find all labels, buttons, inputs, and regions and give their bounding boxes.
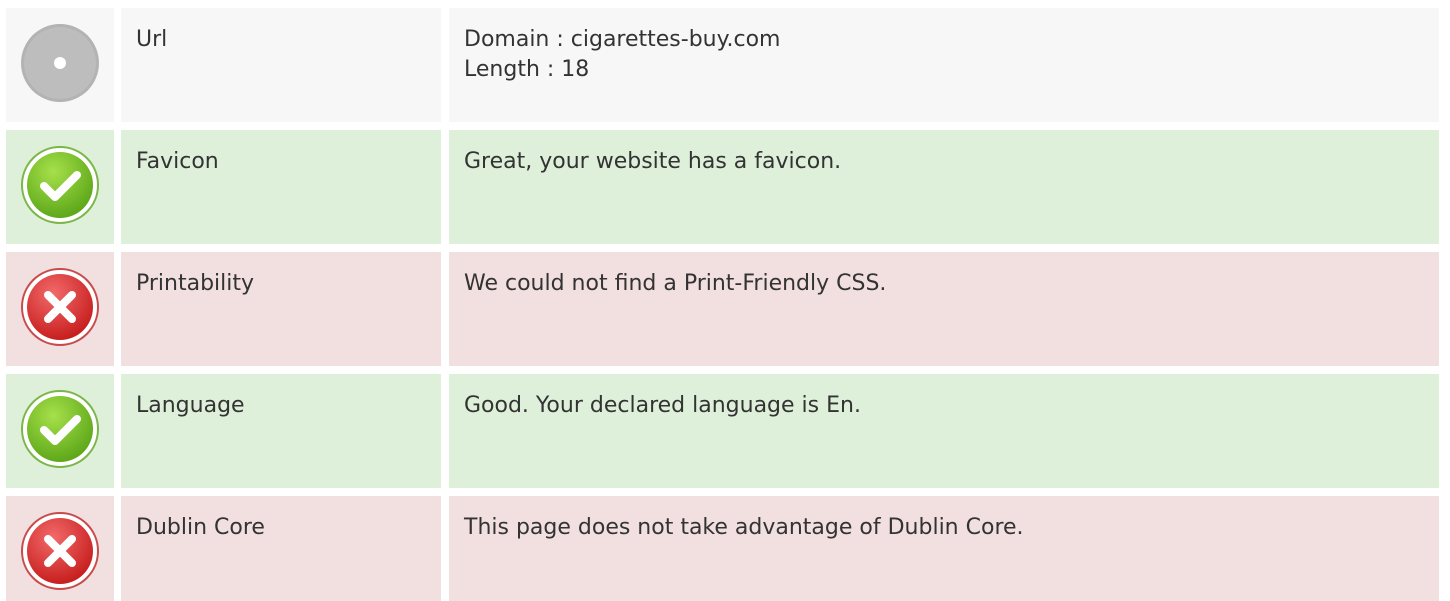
value-line: Great, your website has a favicon. <box>464 149 842 174</box>
row-value: This page does not take advantage of Dub… <box>449 496 1439 601</box>
row-value: Good. Your declared language is En. <box>449 374 1439 488</box>
length-line: Length : 18 <box>464 57 590 82</box>
check-circle-icon <box>20 389 100 469</box>
value-line: We could not find a Print-Friendly CSS. <box>464 271 887 296</box>
row-value: Great, your website has a favicon. <box>449 130 1439 244</box>
check-circle-icon <box>20 145 100 225</box>
result-row-url: Url Domain : cigarettes-buy.com Length :… <box>6 8 1439 122</box>
row-value: Domain : cigarettes-buy.com Length : 18 <box>449 8 1439 122</box>
row-value: We could not find a Print-Friendly CSS. <box>449 252 1439 366</box>
result-row-favicon: Favicon Great, your website has a favico… <box>6 130 1439 244</box>
row-label: Url <box>121 8 441 122</box>
value-line: Good. Your declared language is En. <box>464 393 861 418</box>
info-dot-icon <box>20 23 100 103</box>
cross-circle-icon <box>20 511 100 591</box>
row-label: Dublin Core <box>121 496 441 601</box>
seo-results-table: Url Domain : cigarettes-buy.com Length :… <box>6 8 1439 601</box>
value-line: This page does not take advantage of Dub… <box>464 515 1024 540</box>
result-row-language: Language Good. Your declared language is… <box>6 374 1439 488</box>
result-row-printability: Printability We could not find a Print-F… <box>6 252 1439 366</box>
cross-circle-icon <box>20 267 100 347</box>
domain-line: Domain : cigarettes-buy.com <box>464 27 781 52</box>
row-label: Printability <box>121 252 441 366</box>
row-label: Language <box>121 374 441 488</box>
row-label: Favicon <box>121 130 441 244</box>
result-row-dublin-core: Dublin Core This page does not take adva… <box>6 496 1439 601</box>
